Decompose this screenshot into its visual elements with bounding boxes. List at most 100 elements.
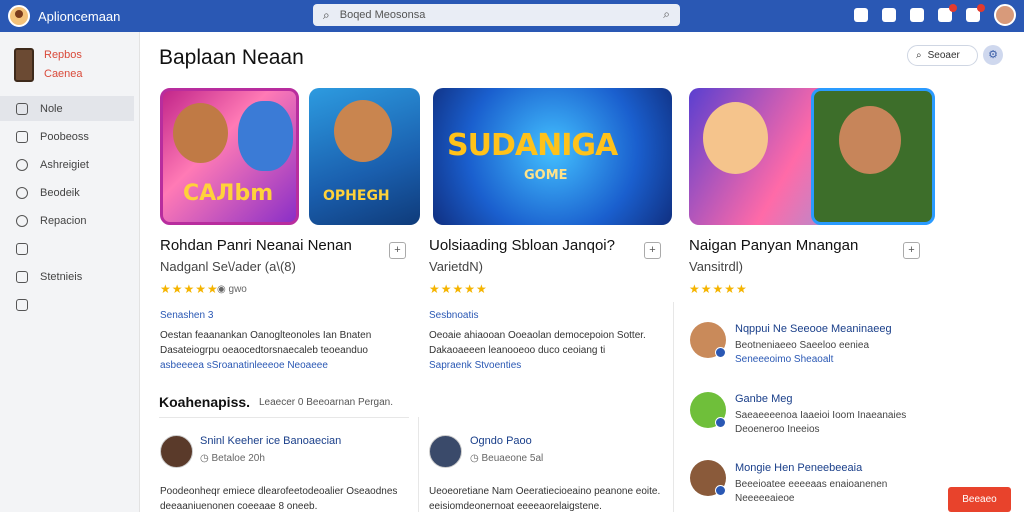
sidebar-header-line1: Repbos [44, 49, 82, 61]
card-2-title[interactable]: Uolsiaading Sbloan Janqoi? [429, 237, 615, 254]
game-card-art-2[interactable]: SUDANIGA GOME [433, 88, 672, 225]
side-line: Deoeneroo Ineeios [735, 424, 820, 435]
character-art [238, 101, 293, 171]
sidebar-item-recent[interactable]: Repacion [0, 208, 139, 233]
game-card-art-1b[interactable]: OPHEGH [309, 88, 420, 225]
side-line[interactable]: Seneeeoimo Sheaoalt [735, 353, 915, 367]
side-line: Saeaeeeenoa Iaaeioi Ioom Inaeanaies [735, 410, 907, 421]
divider [159, 417, 409, 418]
sort-label: Seoaer [927, 50, 960, 61]
sidebar-item-chat[interactable]: Ashreigiet [0, 152, 139, 177]
bookmark-icon[interactable] [910, 8, 924, 22]
side-item-2-text: Saeaeeeenoa Iaaeioi Ioom Inaeanaies Deoe… [735, 409, 915, 437]
top-icons [854, 4, 1016, 26]
desc-line[interactable]: Sapraenk Stvoenties [429, 358, 679, 373]
top-bar: Aplioncemaan ⌕ Boqed Meosonsa ⌕ [0, 0, 1024, 32]
search-icon: ⌕ [323, 7, 330, 22]
desc-line: Dakaoaeeen leanooeoo duco ceoiang ti [429, 345, 606, 356]
sidebar-item-stats[interactable]: Stetnieis [0, 264, 139, 289]
rating-stars: ★★★★★ [429, 282, 488, 296]
desc-line: Dasateiogrpu oeaocedtorsnaecaleb teoeand… [160, 345, 368, 356]
camera-icon[interactable] [854, 8, 868, 22]
divider [673, 302, 674, 512]
game-logo-text: OPHEGH [323, 188, 390, 204]
rating-stars: ★★★★★ [689, 282, 748, 296]
review-2-author[interactable]: Ogndo Paoo [470, 435, 532, 447]
sidebar-item-search[interactable]: Beodeik [0, 180, 139, 205]
edit-icon [16, 242, 28, 255]
desc-line: Oeoaie ahiaooan Ooeaolan democepoion Sot… [429, 330, 646, 341]
review-1-author[interactable]: Sninl Keeher ice Banoaecian [200, 435, 341, 447]
game-card-art-1[interactable]: CAЛbm [160, 88, 299, 225]
verified-icon [715, 347, 726, 358]
desc-line: Oestan feaanankan Oanoglteonoles Ian Bna… [160, 330, 372, 341]
clock-icon: ◷ [200, 453, 209, 464]
sidebar-item-inbox[interactable]: Poobeoss [0, 124, 139, 149]
card-3-title[interactable]: Naigan Panyan Mnangan [689, 237, 858, 254]
side-line: Beeeioatee eeeeaas enaioanenen [735, 479, 888, 490]
card-1-link[interactable]: Senashen 3 [160, 310, 213, 321]
game-card-art-3[interactable] [689, 88, 935, 225]
sidebar-item-label: Nole [40, 102, 63, 115]
search-icon [16, 186, 28, 199]
avatar[interactable] [160, 435, 193, 468]
rating-stars: ★★★★★ [160, 282, 219, 296]
avatar[interactable] [429, 435, 462, 468]
notification-icon[interactable] [938, 4, 957, 22]
chart-icon [16, 270, 28, 283]
check-icon [16, 298, 28, 311]
section-subtitle: Leaecer 0 Beeoarnan Pergan. [259, 397, 393, 408]
review-line: Poodeonheqr emiece dlearofeetodeoalier O… [160, 486, 398, 497]
card-1-title[interactable]: Rohdan Panri Neanai Nenan [160, 237, 352, 254]
sidebar-item-edit[interactable] [0, 236, 139, 261]
desc-line[interactable]: asbeeeea sSroanatinleeeoe Neoaeee [160, 358, 410, 373]
side-item-1-title[interactable]: Nqppui Ne Seeooe Meaninaeeg [735, 323, 892, 335]
card-2-link[interactable]: Sesbnoatis [429, 310, 478, 321]
search-placeholder: Boqed Meosonsa [339, 9, 426, 21]
side-item-3-title[interactable]: Mongie Hen Peneebeeaia [735, 462, 862, 474]
info-icon: ◉ [217, 284, 226, 295]
search-submit-icon[interactable]: ⌕ [663, 7, 670, 22]
game-logo-text: CAЛbm [183, 181, 274, 206]
meta-text: gwo [228, 284, 247, 295]
search-icon: ⌕ [916, 50, 922, 61]
user-settings-icon[interactable]: ⚙ [983, 45, 1003, 65]
main-content: Baplaan Neaan ⌕ Seoaer ⚙ CAЛbm OPHEGH SUD… [141, 32, 1024, 512]
sidebar-item-check[interactable] [0, 292, 139, 317]
clock-icon: ◷ [470, 453, 479, 464]
avatar[interactable] [994, 4, 1016, 26]
chat-icon [16, 158, 28, 171]
sort-button[interactable]: ⌕ Seoaer [907, 45, 978, 66]
side-item-3-text: Beeeioatee eeeeaas enaioanenen Neeeeeaie… [735, 478, 915, 506]
character-art [703, 102, 768, 174]
sidebar-item-label: Beodeik [40, 186, 80, 199]
side-item-2-title[interactable]: Ganbe Meg [735, 393, 792, 405]
chat-icon[interactable] [882, 8, 896, 22]
app-name: Aplioncemaan [38, 8, 121, 24]
page-title: Baplaan Neaan [159, 46, 304, 69]
book-icon [14, 48, 34, 82]
card-1-subtitle: Nadganl Se\/ader (a\(8) [160, 259, 296, 274]
add-button[interactable]: + [903, 242, 920, 259]
clock-icon [16, 214, 28, 227]
review-1-meta: ◷ Betaloe 20h [200, 453, 265, 464]
side-line: Beotneniaeeo Saeeloo eeniea [735, 340, 870, 351]
sidebar-header-line2: Caenea [44, 68, 83, 80]
action-button[interactable]: Beeaeo [948, 487, 1011, 512]
search-input[interactable]: ⌕ Boqed Meosonsa ⌕ [313, 4, 680, 26]
card-1-description: Oestan feaanankan Oanoglteonoles Ian Bna… [160, 328, 410, 373]
sidebar-item-home[interactable]: Nole [0, 96, 134, 121]
add-button[interactable]: + [644, 242, 661, 259]
sidebar-item-label: Ashreigiet [40, 158, 89, 171]
grid-icon[interactable] [966, 4, 985, 22]
add-button[interactable]: + [389, 242, 406, 259]
side-line: Neeeeeaieoe [735, 493, 795, 504]
sidebar-header[interactable]: Repbos Caenea [0, 32, 139, 84]
meta-text: Betaloe 20h [211, 453, 265, 464]
logo-icon[interactable] [8, 5, 30, 27]
sidebar-item-label: Stetnieis [40, 270, 83, 283]
sidebar-item-label: Repacion [40, 214, 87, 227]
grid-dot [977, 4, 985, 12]
sidebar: Repbos Caenea Nole Poobeoss Ashreigiet B… [0, 32, 140, 512]
card-2-description: Oeoaie ahiaooan Ooeaolan democepoion Sot… [429, 328, 679, 373]
